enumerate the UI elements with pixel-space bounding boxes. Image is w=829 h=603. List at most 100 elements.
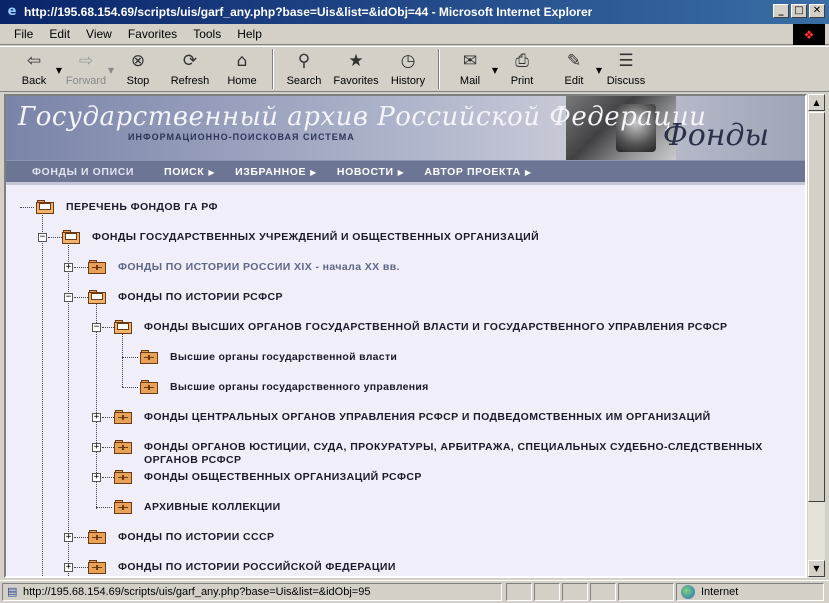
menu-tools[interactable]: Tools — [185, 27, 229, 41]
tree-connector — [102, 417, 114, 418]
nav-author[interactable]: АВТОР ПРОЕКТА ▶ — [424, 166, 531, 178]
tree-connector — [122, 387, 138, 388]
collapse-toggle[interactable]: − — [64, 293, 73, 302]
expand-toggle[interactable]: + — [64, 533, 73, 542]
scroll-thumb[interactable] — [808, 112, 825, 502]
tree-node-label[interactable]: АРХИВНЫЕ КОЛЛЕКЦИИ — [144, 501, 281, 514]
mail-button[interactable]: ✉ Mail ▼ — [444, 47, 498, 91]
scroll-down-button[interactable]: ▼ — [808, 560, 825, 577]
tree-node-archive-collections[interactable]: АРХИВНЫЕ КОЛЛЕКЦИИ — [114, 500, 281, 514]
menu-file[interactable]: File — [6, 27, 41, 41]
caret-right-icon: ▶ — [397, 167, 405, 177]
mail-icon: ✉ — [462, 51, 478, 71]
tree-node-label[interactable]: ФОНДЫ ВЫСШИХ ОРГАНОВ ГОСУДАРСТВЕННОЙ ВЛА… — [144, 321, 727, 334]
tree-node-label[interactable]: ПЕРЕЧЕНЬ ФОНДОВ ГА РФ — [66, 201, 218, 214]
windows-logo: ❖ — [793, 24, 825, 45]
stop-icon: ⊗ — [130, 51, 146, 71]
tree-node-rsfsr-history[interactable]: ФОНДЫ ПО ИСТОРИИ РСФСР — [88, 290, 283, 304]
nav-favorites[interactable]: ИЗБРАННОЕ ▶ — [235, 166, 317, 178]
tree-node-russia-history[interactable]: ФОНДЫ ПО ИСТОРИИ РОССИИ XIX - начала XX … — [88, 260, 400, 274]
tree-node-label[interactable]: ФОНДЫ ГОСУДАРСТВЕННЫХ УЧРЕЖДЕНИЙ И ОБЩЕС… — [92, 231, 539, 244]
tree-node-label[interactable]: ФОНДЫ ПО ИСТОРИИ РОССИИ XIX - начала XX … — [118, 261, 400, 274]
status-panel — [618, 583, 674, 601]
nav-news[interactable]: НОВОСТИ ▶ — [337, 166, 405, 178]
tree-node-label[interactable]: ФОНДЫ ОБЩЕСТВЕННЫХ ОРГАНИЗАЦИЙ РСФСР — [144, 471, 422, 484]
status-panel — [562, 583, 588, 601]
refresh-label: Refresh — [170, 75, 210, 87]
tree-node-public-orgs[interactable]: ФОНДЫ ОБЩЕСТВЕННЫХ ОРГАНИЗАЦИЙ РСФСР — [114, 470, 422, 484]
tree-node-higher-admin[interactable]: Высшие органы государственного управлени… — [140, 380, 429, 394]
tree-node-higher-power[interactable]: Высшие органы государственной власти — [140, 350, 397, 364]
forward-button[interactable]: ⇨ Forward ▼ — [60, 47, 114, 91]
collapse-toggle[interactable]: − — [38, 233, 47, 242]
refresh-button[interactable]: ⟳ Refresh — [164, 47, 216, 91]
print-icon: ⎙ — [515, 51, 529, 71]
tree-node-label[interactable]: Высшие органы государственной власти — [170, 351, 397, 364]
tree-node-label[interactable]: ФОНДЫ ПО ИСТОРИИ СССР — [118, 531, 274, 544]
history-icon: ◷ — [400, 51, 416, 71]
folder-icon — [114, 470, 132, 484]
folder-icon — [88, 560, 106, 574]
folder-icon — [114, 410, 132, 424]
back-button[interactable]: ⇦ Back ▼ — [8, 47, 62, 91]
favorites-button[interactable]: ★ Favorites — [330, 47, 382, 91]
caret-right-icon: ▶ — [310, 167, 317, 177]
open-folder-icon — [62, 230, 80, 244]
tree-node-central-organs[interactable]: ФОНДЫ ЦЕНТРАЛЬНЫХ ОРГАНОВ УПРАВЛЕНИЯ РСФ… — [114, 410, 711, 424]
menu-help[interactable]: Help — [229, 27, 270, 41]
tree-connector — [74, 537, 88, 538]
edit-document-icon: ✎ — [566, 51, 582, 71]
expand-toggle[interactable]: + — [92, 413, 101, 422]
discuss-button[interactable]: ☰ Discuss — [600, 47, 652, 91]
tree-connector — [48, 237, 62, 238]
folder-icon — [88, 530, 106, 544]
tree-node-label[interactable]: ФОНДЫ ЦЕНТРАЛЬНЫХ ОРГАНОВ УПРАВЛЕНИЯ РСФ… — [144, 411, 711, 424]
search-button[interactable]: ⚲ Search — [278, 47, 330, 91]
menu-view[interactable]: View — [78, 27, 120, 41]
tree-node-higher-organs[interactable]: ФОНДЫ ВЫСШИХ ОРГАНОВ ГОСУДАРСТВЕННОЙ ВЛА… — [114, 320, 727, 334]
expand-toggle[interactable]: + — [92, 443, 101, 452]
stop-button[interactable]: ⊗ Stop — [112, 47, 164, 91]
tree-connector — [68, 237, 69, 576]
folder-icon — [114, 500, 132, 514]
minimize-button[interactable]: _ — [773, 4, 789, 18]
tree-node-justice[interactable]: ФОНДЫ ОРГАНОВ ЮСТИЦИИ, СУДА, ПРОКУРАТУРЫ… — [114, 440, 764, 467]
home-button[interactable]: ⌂ Home — [216, 47, 268, 91]
window-controls: _ □ ✕ — [771, 4, 825, 18]
history-button[interactable]: ◷ History — [382, 47, 434, 91]
forward-label: Forward — [65, 75, 107, 87]
edit-button[interactable]: ✎ Edit ▼ — [548, 47, 602, 91]
expand-toggle[interactable]: + — [92, 473, 101, 482]
vertical-scrollbar[interactable]: ▲ ▼ — [807, 94, 825, 578]
tree-node-label[interactable]: ФОНДЫ ОРГАНОВ ЮСТИЦИИ, СУДА, ПРОКУРАТУРЫ… — [144, 441, 764, 467]
tree-node-rf-history[interactable]: ФОНДЫ ПО ИСТОРИИ РОССИЙСКОЙ ФЕДЕРАЦИИ — [88, 560, 396, 574]
print-button[interactable]: ⎙ Print — [496, 47, 548, 91]
scroll-up-button[interactable]: ▲ — [808, 94, 825, 111]
expand-toggle[interactable]: + — [64, 263, 73, 272]
globe-icon — [681, 585, 695, 599]
tree-node-label[interactable]: Высшие органы государственного управлени… — [170, 381, 429, 394]
tree-node-state-orgs[interactable]: ФОНДЫ ГОСУДАРСТВЕННЫХ УЧРЕЖДЕНИЙ И ОБЩЕС… — [62, 230, 539, 244]
tree-node-label[interactable]: ФОНДЫ ПО ИСТОРИИ РОССИЙСКОЙ ФЕДЕРАЦИИ — [118, 561, 396, 574]
toolbar-separator — [438, 49, 440, 89]
tree-node-label[interactable]: ФОНДЫ ПО ИСТОРИИ РСФСР — [118, 291, 283, 304]
title-bar: e http://195.68.154.69/scripts/uis/garf_… — [0, 0, 829, 24]
window-title: http://195.68.154.69/scripts/uis/garf_an… — [24, 5, 593, 19]
nav-funds[interactable]: ФОНДЫ И ОПИСИ — [32, 166, 134, 178]
expand-toggle[interactable]: + — [64, 563, 73, 572]
close-button[interactable]: ✕ — [809, 4, 825, 18]
collapse-toggle[interactable]: − — [92, 323, 101, 332]
caret-right-icon: ▶ — [524, 167, 532, 177]
toolbar: ⇦ Back ▼ ⇨ Forward ▼ ⊗ Stop ⟳ Refresh ⌂ … — [0, 46, 829, 92]
menu-favorites[interactable]: Favorites — [120, 27, 185, 41]
tree-connector — [74, 297, 88, 298]
tree-connector — [102, 477, 114, 478]
menu-bar: File Edit View Favorites Tools Help — [0, 24, 829, 45]
folder-icon — [114, 440, 132, 454]
tree-node-ussr-history[interactable]: ФОНДЫ ПО ИСТОРИИ СССР — [88, 530, 274, 544]
nav-search[interactable]: ПОИСК ▶ — [164, 166, 215, 178]
tree-node-root[interactable]: ПЕРЕЧЕНЬ ФОНДОВ ГА РФ — [36, 200, 218, 214]
section-title: Фонды — [662, 118, 769, 153]
maximize-button[interactable]: □ — [791, 4, 807, 18]
menu-edit[interactable]: Edit — [41, 27, 78, 41]
